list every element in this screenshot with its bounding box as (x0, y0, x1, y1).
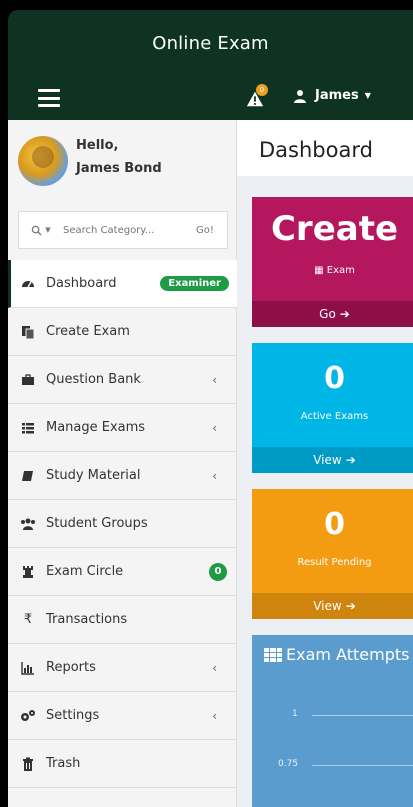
page-header: Dashboard (237, 120, 413, 176)
create-go-link[interactable]: Go ➔ (252, 301, 413, 327)
main-content: Dashboard Create ▦ Exam Go ➔ 0 Active Ex… (237, 120, 413, 807)
gridline (312, 715, 413, 716)
page-title: Dashboard (259, 138, 373, 162)
active-view-link[interactable]: View ➔ (252, 447, 413, 473)
bar-chart-icon (20, 660, 36, 676)
user-name: James (315, 88, 359, 103)
sidebar-item-label: Reports (46, 660, 96, 675)
sidebar-item-label: Dashboard (46, 276, 117, 291)
active-view-label: View (313, 453, 342, 467)
search-input[interactable] (63, 212, 183, 248)
result-pending-count: 0 (324, 507, 345, 542)
copy-icon (20, 324, 36, 340)
search-icon (32, 225, 42, 236)
create-card-title: Create (270, 209, 399, 249)
exam-attempts-card: Exam Attempts 1 0.75 (252, 635, 413, 807)
sidebar-item-label: Exam Circle (46, 564, 124, 579)
search-go-button[interactable]: Go! (183, 225, 227, 236)
notifications-button[interactable]: 0 (246, 84, 272, 110)
active-exams-count: 0 (324, 361, 345, 396)
th-icon (264, 647, 282, 662)
menu-toggle-button[interactable] (38, 89, 60, 107)
greeting: Hello, (76, 138, 119, 153)
sidebar-item-label: Trash (46, 756, 81, 771)
tachometer-icon (20, 276, 36, 292)
sidebar-item-question-bank[interactable]: Question Bank ‹ (8, 356, 237, 404)
create-card-subtitle: Exam (326, 265, 355, 276)
user-icon (294, 89, 306, 103)
list-icon (20, 420, 36, 436)
sidebar-item-reports[interactable]: Reports ‹ (8, 644, 237, 692)
full-name: James Bond (76, 161, 162, 176)
chevron-left-icon: ‹ (212, 372, 217, 387)
status-bar (0, 0, 413, 10)
sidebar-item-label: Student Groups (46, 516, 148, 531)
sidebar-item-study-material[interactable]: Study Material ‹ (8, 452, 237, 500)
sidebar-item-exam-circle[interactable]: Exam Circle 0 (8, 548, 237, 596)
chess-rook-icon (20, 564, 36, 580)
arrow-circle-right-icon: ➔ (345, 453, 356, 467)
sidebar-item-label: Create Exam (46, 324, 130, 339)
pending-view-label: View (313, 599, 342, 613)
chevron-left-icon: ‹ (212, 660, 217, 675)
search-form: ▼ Go! (18, 211, 228, 249)
book-icon (20, 468, 36, 484)
caret-down-icon: ▼ (364, 91, 371, 100)
exam-attempts-title: Exam Attempts (286, 645, 410, 664)
create-go-label: Go (319, 307, 336, 321)
create-card-subtitle-wrap: ▦ Exam (252, 265, 413, 276)
gears-icon (20, 708, 36, 724)
sidebar-item-transactions[interactable]: ₹ Transactions (8, 596, 237, 644)
sidebar-item-label: Manage Exams (46, 420, 146, 435)
sidebar-item-settings[interactable]: Settings ‹ (8, 692, 237, 740)
y-tick-label: 0.75 (278, 759, 299, 769)
active-exams-card: 0 Active Exams View ➔ (252, 343, 413, 473)
sidebar-item-dashboard[interactable]: Dashboard Examiner (8, 260, 237, 308)
result-pending-label: Result Pending (297, 557, 372, 568)
user-panel: Hello, James Bond (8, 120, 236, 205)
sidebar-item-label: Question Bank (46, 372, 141, 387)
pending-view-link[interactable]: View ➔ (252, 593, 413, 619)
notification-count-badge: 0 (256, 84, 268, 96)
sidebar-menu: Dashboard Examiner Create Exam Question … (8, 260, 237, 788)
app-title-text: Online Exam (152, 32, 269, 54)
trash-icon (20, 756, 36, 772)
file-icon: ▦ (314, 265, 324, 276)
chevron-left-icon: ‹ (212, 468, 217, 483)
arrow-circle-right-icon: ➔ (339, 307, 350, 321)
search-category-dropdown[interactable]: ▼ (19, 212, 63, 248)
chevron-left-icon: ‹ (212, 420, 217, 435)
y-tick-label: 1 (292, 709, 298, 719)
create-exam-card: Create ▦ Exam Go ➔ (252, 197, 413, 327)
sidebar-item-label: Study Material (46, 468, 141, 483)
briefcase-icon (20, 372, 36, 388)
active-exams-label: Active Exams (300, 411, 369, 422)
avatar (18, 136, 68, 186)
sidebar-item-label: Transactions (46, 612, 128, 627)
sidebar-item-manage-exams[interactable]: Manage Exams ‹ (8, 404, 237, 452)
sidebar-item-create-exam[interactable]: Create Exam (8, 308, 237, 356)
gridline (312, 765, 413, 766)
result-pending-card: 0 Result Pending View ➔ (252, 489, 413, 619)
chevron-down-icon: ▼ (45, 226, 51, 234)
role-badge: Examiner (160, 276, 229, 291)
app-title: Online Exam (8, 10, 413, 76)
exam-attempts-title-wrap: Exam Attempts (264, 645, 409, 664)
sidebar-item-student-groups[interactable]: Student Groups (8, 500, 237, 548)
sidebar-item-label: Settings (46, 708, 100, 723)
rupee-icon: ₹ (23, 612, 33, 627)
navbar: 0 James ▼ (8, 76, 413, 120)
sidebar: Hello, James Bond ▼ Go! Dashboard Examin… (8, 120, 237, 807)
users-icon (20, 516, 36, 532)
count-badge: 0 (209, 562, 227, 581)
sidebar-item-trash[interactable]: Trash (8, 740, 237, 788)
user-menu-button[interactable]: James ▼ (293, 88, 371, 103)
chevron-left-icon: ‹ (212, 708, 217, 723)
arrow-circle-right-icon: ➔ (345, 599, 356, 613)
